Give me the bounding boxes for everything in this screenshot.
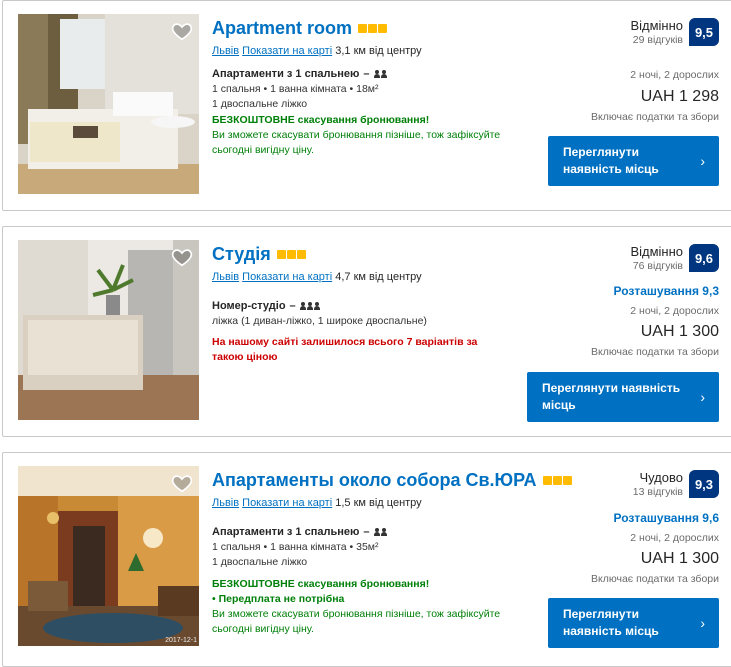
free-cancellation: БЕЗКОШТОВНЕ скасування бронювання! [212, 578, 430, 590]
chevron-right-icon: › [700, 615, 705, 631]
city-link[interactable]: Львів [212, 45, 239, 57]
room-type: Апартаменти з 1 спальнею – [212, 526, 582, 538]
review-count: 29 відгуків [632, 34, 683, 46]
favorite-heart-icon[interactable] [171, 246, 193, 268]
no-prepayment: • Передплата не потрібна [212, 593, 345, 605]
distance-text: 1,5 км від центру [335, 497, 422, 509]
star-rating [542, 476, 572, 485]
price: UAH 1 298 [640, 88, 719, 105]
rating-word: Відмінно [630, 18, 683, 33]
taxes-note: Включає податки та збори [591, 573, 719, 585]
scarcity-message: На нашому сайті залишилося всього 7 варі… [212, 336, 478, 363]
listing-title-row: Апартаменты около собора Св.ЮРА [212, 470, 582, 491]
bed-info: 1 двоспальне ліжко [212, 98, 308, 110]
star-rating [276, 250, 306, 259]
review-score[interactable]: Чудово 13 відгуків 9,3 [633, 470, 719, 498]
distance-text: 3,1 км від центру [335, 45, 422, 57]
chevron-right-icon: › [700, 389, 705, 405]
taxes-note: Включає податки та збори [591, 111, 719, 123]
favorite-heart-icon[interactable] [171, 20, 193, 42]
show-on-map-link[interactable]: Показати на карті [242, 271, 332, 283]
chevron-right-icon: › [700, 153, 705, 169]
guests-icon [299, 302, 320, 310]
star-rating [358, 24, 388, 33]
location-line: Львів Показати на карті 3,1 км від центр… [212, 45, 542, 57]
stay-summary: 2 ночі, 2 дорослих [630, 532, 719, 544]
room-details: 1 спальня • 1 ванна кімната • 35м² [212, 541, 379, 553]
rating-word: Чудово [639, 470, 683, 485]
review-score[interactable]: Відмінно 76 відгуків 9,6 [630, 244, 719, 272]
stay-summary: 2 ночі, 2 дорослих [630, 305, 719, 317]
taxes-note: Включає податки та збори [591, 346, 719, 358]
show-on-map-link[interactable]: Показати на карті [242, 497, 332, 509]
city-link[interactable]: Львів [212, 497, 239, 509]
room-type: Номер-студіо – [212, 300, 542, 312]
review-count: 76 відгуків [632, 260, 683, 272]
score-badge: 9,5 [689, 18, 719, 46]
location-line: Львів Показати на карті 4,7 км від центр… [212, 271, 542, 283]
favorite-heart-icon[interactable] [171, 472, 193, 494]
score-badge: 9,3 [689, 470, 719, 498]
listing-card: Студія Львів Показати на карті 4,7 км ві… [2, 226, 731, 437]
room-details: 1 спальня • 1 ванна кімната • 18м² [212, 83, 379, 95]
listing-title[interactable]: Апартаменты около собора Св.ЮРА [212, 470, 537, 491]
listing-title-row: Студія [212, 244, 542, 265]
review-count: 13 відгуків [632, 486, 683, 498]
price: UAH 1 300 [640, 550, 719, 567]
location-line: Львів Показати на карті 1,5 км від центр… [212, 497, 582, 509]
bed-info: ліжка (1 диван-ліжко, 1 широке двоспальн… [212, 315, 427, 327]
check-availability-button[interactable]: Переглянути наявність місць › [548, 136, 719, 186]
distance-text: 4,7 км від центру [335, 271, 422, 283]
location-score: Розташування 9,3 [613, 284, 719, 298]
guests-icon [373, 70, 387, 78]
cancellation-note: Ви зможете скасувати бронювання пізніше,… [212, 129, 501, 156]
cancellation-note: Ви зможете скасувати бронювання пізніше,… [212, 608, 501, 635]
rating-word: Відмінно [630, 244, 683, 259]
city-link[interactable]: Львів [212, 271, 239, 283]
show-on-map-link[interactable]: Показати на карті [242, 45, 332, 57]
review-score[interactable]: Відмінно 29 відгуків 9,5 [630, 18, 719, 46]
listing-title-row: Apartment room [212, 18, 542, 39]
stay-summary: 2 ночі, 2 дорослих [630, 69, 719, 81]
photo-timestamp: 2017-12-1 [165, 637, 197, 644]
listing-photo[interactable]: 2017-12-1 [18, 466, 199, 646]
listing-photo[interactable] [18, 14, 199, 194]
guests-icon [373, 528, 387, 536]
listing-card: 2017-12-1 Апартаменты около собора Св.ЮР… [2, 452, 731, 667]
score-badge: 9,6 [689, 244, 719, 272]
listing-card: Apartment room Львів Показати на карті 3… [2, 0, 731, 211]
room-type: Апартаменти з 1 спальнею – [212, 68, 542, 80]
listing-title[interactable]: Apartment room [212, 18, 352, 39]
listing-title[interactable]: Студія [212, 244, 271, 265]
location-score: Розташування 9,6 [613, 511, 719, 525]
bed-info: 1 двоспальне ліжко [212, 556, 308, 568]
listing-photo[interactable] [18, 240, 199, 420]
price: UAH 1 300 [640, 323, 719, 340]
free-cancellation: БЕЗКОШТОВНЕ скасування бронювання! [212, 114, 430, 126]
check-availability-button[interactable]: Переглянути наявність місць › [548, 598, 719, 648]
check-availability-button[interactable]: Переглянути наявність місць › [527, 372, 719, 422]
